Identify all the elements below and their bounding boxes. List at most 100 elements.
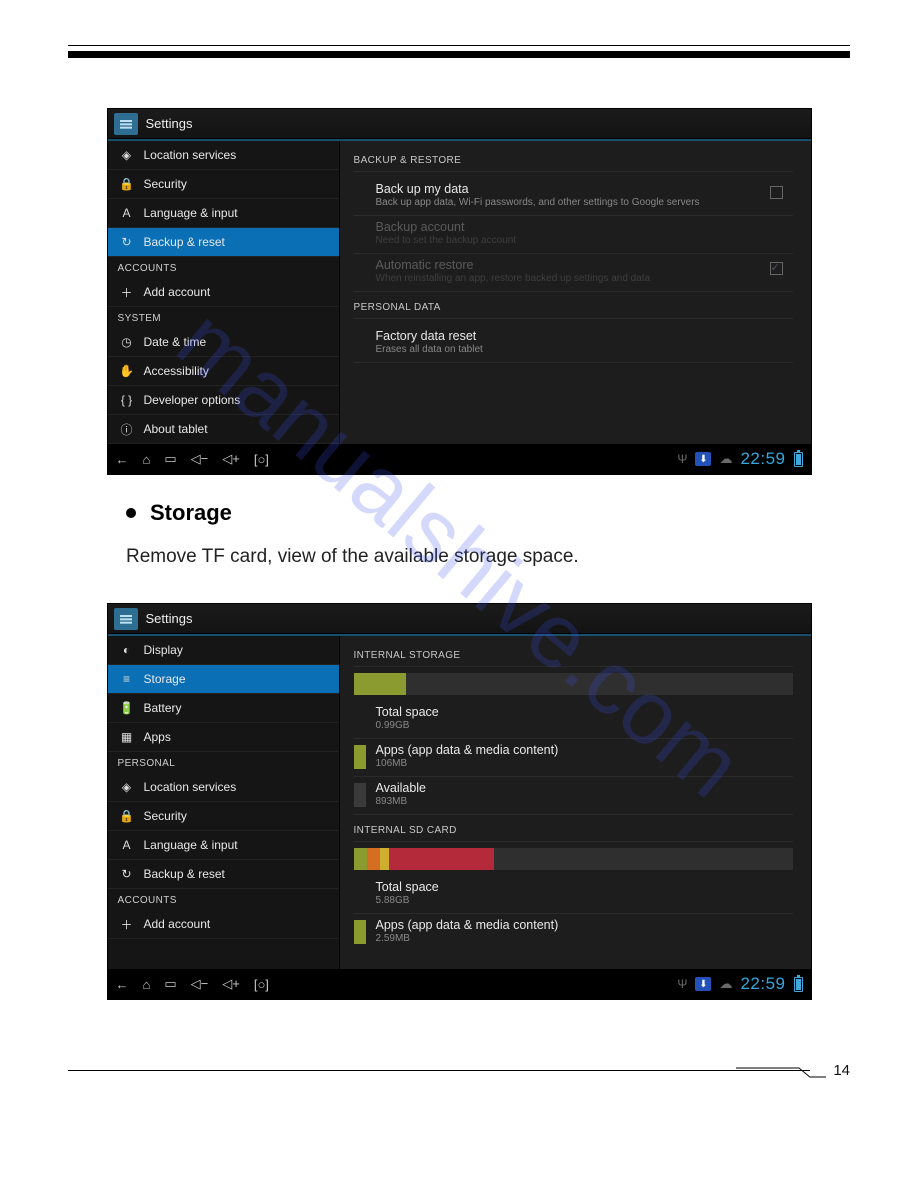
battery-icon: [794, 977, 803, 992]
sidebar-item-add-account[interactable]: ＋ Add account: [108, 910, 339, 939]
sidebar-label: Language & input: [144, 206, 238, 220]
checkbox-backup[interactable]: [770, 186, 783, 199]
nav-recent-icon[interactable]: ▭: [164, 451, 176, 467]
bullet-icon: [126, 508, 136, 518]
nav-home-icon[interactable]: ⌂: [143, 977, 151, 992]
row-subtitle: Need to set the backup account: [376, 235, 793, 246]
nav-voldown-icon[interactable]: ◁−: [191, 976, 209, 992]
settings-app-icon: [114, 113, 138, 135]
sidebar-item-language[interactable]: A Language & input: [108, 199, 339, 228]
storage-icon: ≡: [118, 672, 136, 686]
sidebar-item-location[interactable]: ◈ Location services: [108, 141, 339, 170]
sidebar-item-add-account[interactable]: ＋Add account: [108, 278, 339, 307]
download-tray-icon[interactable]: ⬇: [695, 977, 711, 991]
letter-a-icon: A: [118, 206, 136, 220]
usb-icon: Ψ: [677, 977, 687, 991]
screenshot-backup-reset: Settings ◈ Location services 🔒 Security AL…: [107, 108, 812, 475]
section-internal-sd: INTERNAL SD CARD: [354, 825, 793, 842]
sidebar-category-personal: PERSONAL: [108, 752, 339, 773]
settings-sidebar: ◈ Location services 🔒 Security A Language &…: [108, 141, 340, 444]
row-apps-internal[interactable]: Apps (app data & media content) 106MB: [354, 739, 793, 777]
nav-screenshot-icon[interactable]: [○]: [254, 452, 269, 467]
sidebar-item-security[interactable]: 🔒Security: [108, 802, 339, 831]
nav-screenshot-icon[interactable]: [○]: [254, 977, 269, 992]
sidebar-label: Add account: [144, 285, 211, 299]
footer-wedge-icon: [736, 1056, 826, 1080]
sidebar-label: Security: [144, 177, 187, 191]
row-subtitle: 2.59MB: [376, 933, 793, 944]
row-apps-sd[interactable]: Apps (app data & media content) 2.59MB: [354, 914, 793, 951]
plus-icon: ＋: [118, 916, 136, 933]
row-automatic-restore: Automatic restore When reinstalling an a…: [354, 254, 793, 292]
braces-icon: { }: [118, 393, 136, 407]
lock-icon: 🔒: [118, 809, 136, 823]
sidebar-label: Battery: [144, 701, 182, 715]
target-icon: ◈: [118, 148, 136, 162]
row-title: Apps (app data & media content): [376, 743, 793, 757]
title-divider: [108, 634, 811, 636]
nav-voldown-icon[interactable]: ◁−: [191, 451, 209, 467]
sidebar-label: Add account: [144, 917, 211, 931]
settings-main-pane: BACKUP & RESTORE Back up my data Back up…: [340, 141, 811, 444]
lock-icon: 🔒: [118, 177, 136, 191]
clock-text[interactable]: 22:59: [740, 974, 785, 994]
sidebar-label: Location services: [144, 780, 237, 794]
sidebar-item-security[interactable]: 🔒 Security: [108, 170, 339, 199]
sidebar-item-language[interactable]: ALanguage & input: [108, 831, 339, 860]
sidebar-item-storage[interactable]: ≡Storage: [108, 665, 339, 694]
nav-recent-icon[interactable]: ▭: [164, 976, 176, 992]
title-divider: [108, 139, 811, 141]
nav-back-icon[interactable]: ←: [116, 452, 129, 467]
battery-icon: [794, 452, 803, 467]
sidebar-item-datetime[interactable]: ◷Date & time: [108, 328, 339, 357]
row-factory-reset[interactable]: Factory data reset Erases all data on ta…: [354, 325, 793, 363]
row-backup-my-data[interactable]: Back up my data Back up app data, Wi-Fi …: [354, 178, 793, 216]
sidebar-item-battery[interactable]: 🔋 Battery: [108, 694, 339, 723]
display-icon: ◐: [118, 643, 136, 657]
row-title: Total space: [376, 705, 793, 719]
cloud-icon: ☁: [719, 451, 732, 467]
sidebar-label: Date & time: [144, 335, 207, 349]
nav-volup-icon[interactable]: ◁+: [222, 976, 240, 992]
sidebar-item-apps[interactable]: ▦Apps: [108, 723, 339, 752]
sidebar-item-backup-reset[interactable]: ↻Backup & reset: [108, 860, 339, 889]
row-title: Total space: [376, 880, 793, 894]
sidebar-category-accounts: ACCOUNTS: [108, 257, 339, 278]
sidebar-item-about[interactable]: ⓘAbout tablet: [108, 415, 339, 444]
row-title: Factory data reset: [376, 329, 793, 343]
section-backup-restore: BACKUP & RESTORE: [354, 155, 793, 172]
target-icon: ◈: [118, 780, 136, 794]
sidebar-label: Backup & reset: [144, 867, 225, 881]
info-icon: ⓘ: [118, 421, 136, 438]
row-total-space[interactable]: Total space 0.99GB: [354, 701, 793, 739]
usage-bar-internal: [354, 673, 793, 695]
clock-text[interactable]: 22:59: [740, 449, 785, 469]
section-internal-storage: INTERNAL STORAGE: [354, 650, 793, 667]
sidebar-label: Location services: [144, 148, 237, 162]
sidebar-item-backup-reset[interactable]: ↻Backup & reset: [108, 228, 339, 257]
row-backup-account: Backup account Need to set the backup ac…: [354, 216, 793, 254]
usb-icon: Ψ: [677, 452, 687, 466]
battery-icon: 🔋: [118, 701, 136, 715]
sidebar-item-developer[interactable]: { }Developer options: [108, 386, 339, 415]
row-title: Backup account: [376, 220, 793, 234]
row-title: Available: [376, 781, 793, 795]
sidebar-category-system: SYSTEM: [108, 307, 339, 328]
row-available-internal[interactable]: Available 893MB: [354, 777, 793, 815]
sidebar-item-location[interactable]: ◈ Location services: [108, 773, 339, 802]
nav-home-icon[interactable]: ⌂: [143, 452, 151, 467]
row-total-space-sd[interactable]: Total space 5.88GB: [354, 876, 793, 914]
section-personal-data: PERSONAL DATA: [354, 302, 793, 319]
footer-rule: [68, 1070, 810, 1071]
usage-seg-apps: [354, 673, 407, 695]
download-tray-icon[interactable]: ⬇: [695, 452, 711, 466]
row-subtitle: 106MB: [376, 758, 793, 769]
sidebar-label: Accessibility: [144, 364, 209, 378]
sidebar-item-display[interactable]: ◐Display: [108, 636, 339, 665]
color-swatch-apps: [354, 920, 366, 944]
row-subtitle: Erases all data on tablet: [376, 344, 793, 355]
nav-volup-icon[interactable]: ◁+: [222, 451, 240, 467]
app-title: Settings: [146, 116, 193, 131]
sidebar-item-accessibility[interactable]: ✋Accessibility: [108, 357, 339, 386]
nav-back-icon[interactable]: ←: [116, 977, 129, 992]
